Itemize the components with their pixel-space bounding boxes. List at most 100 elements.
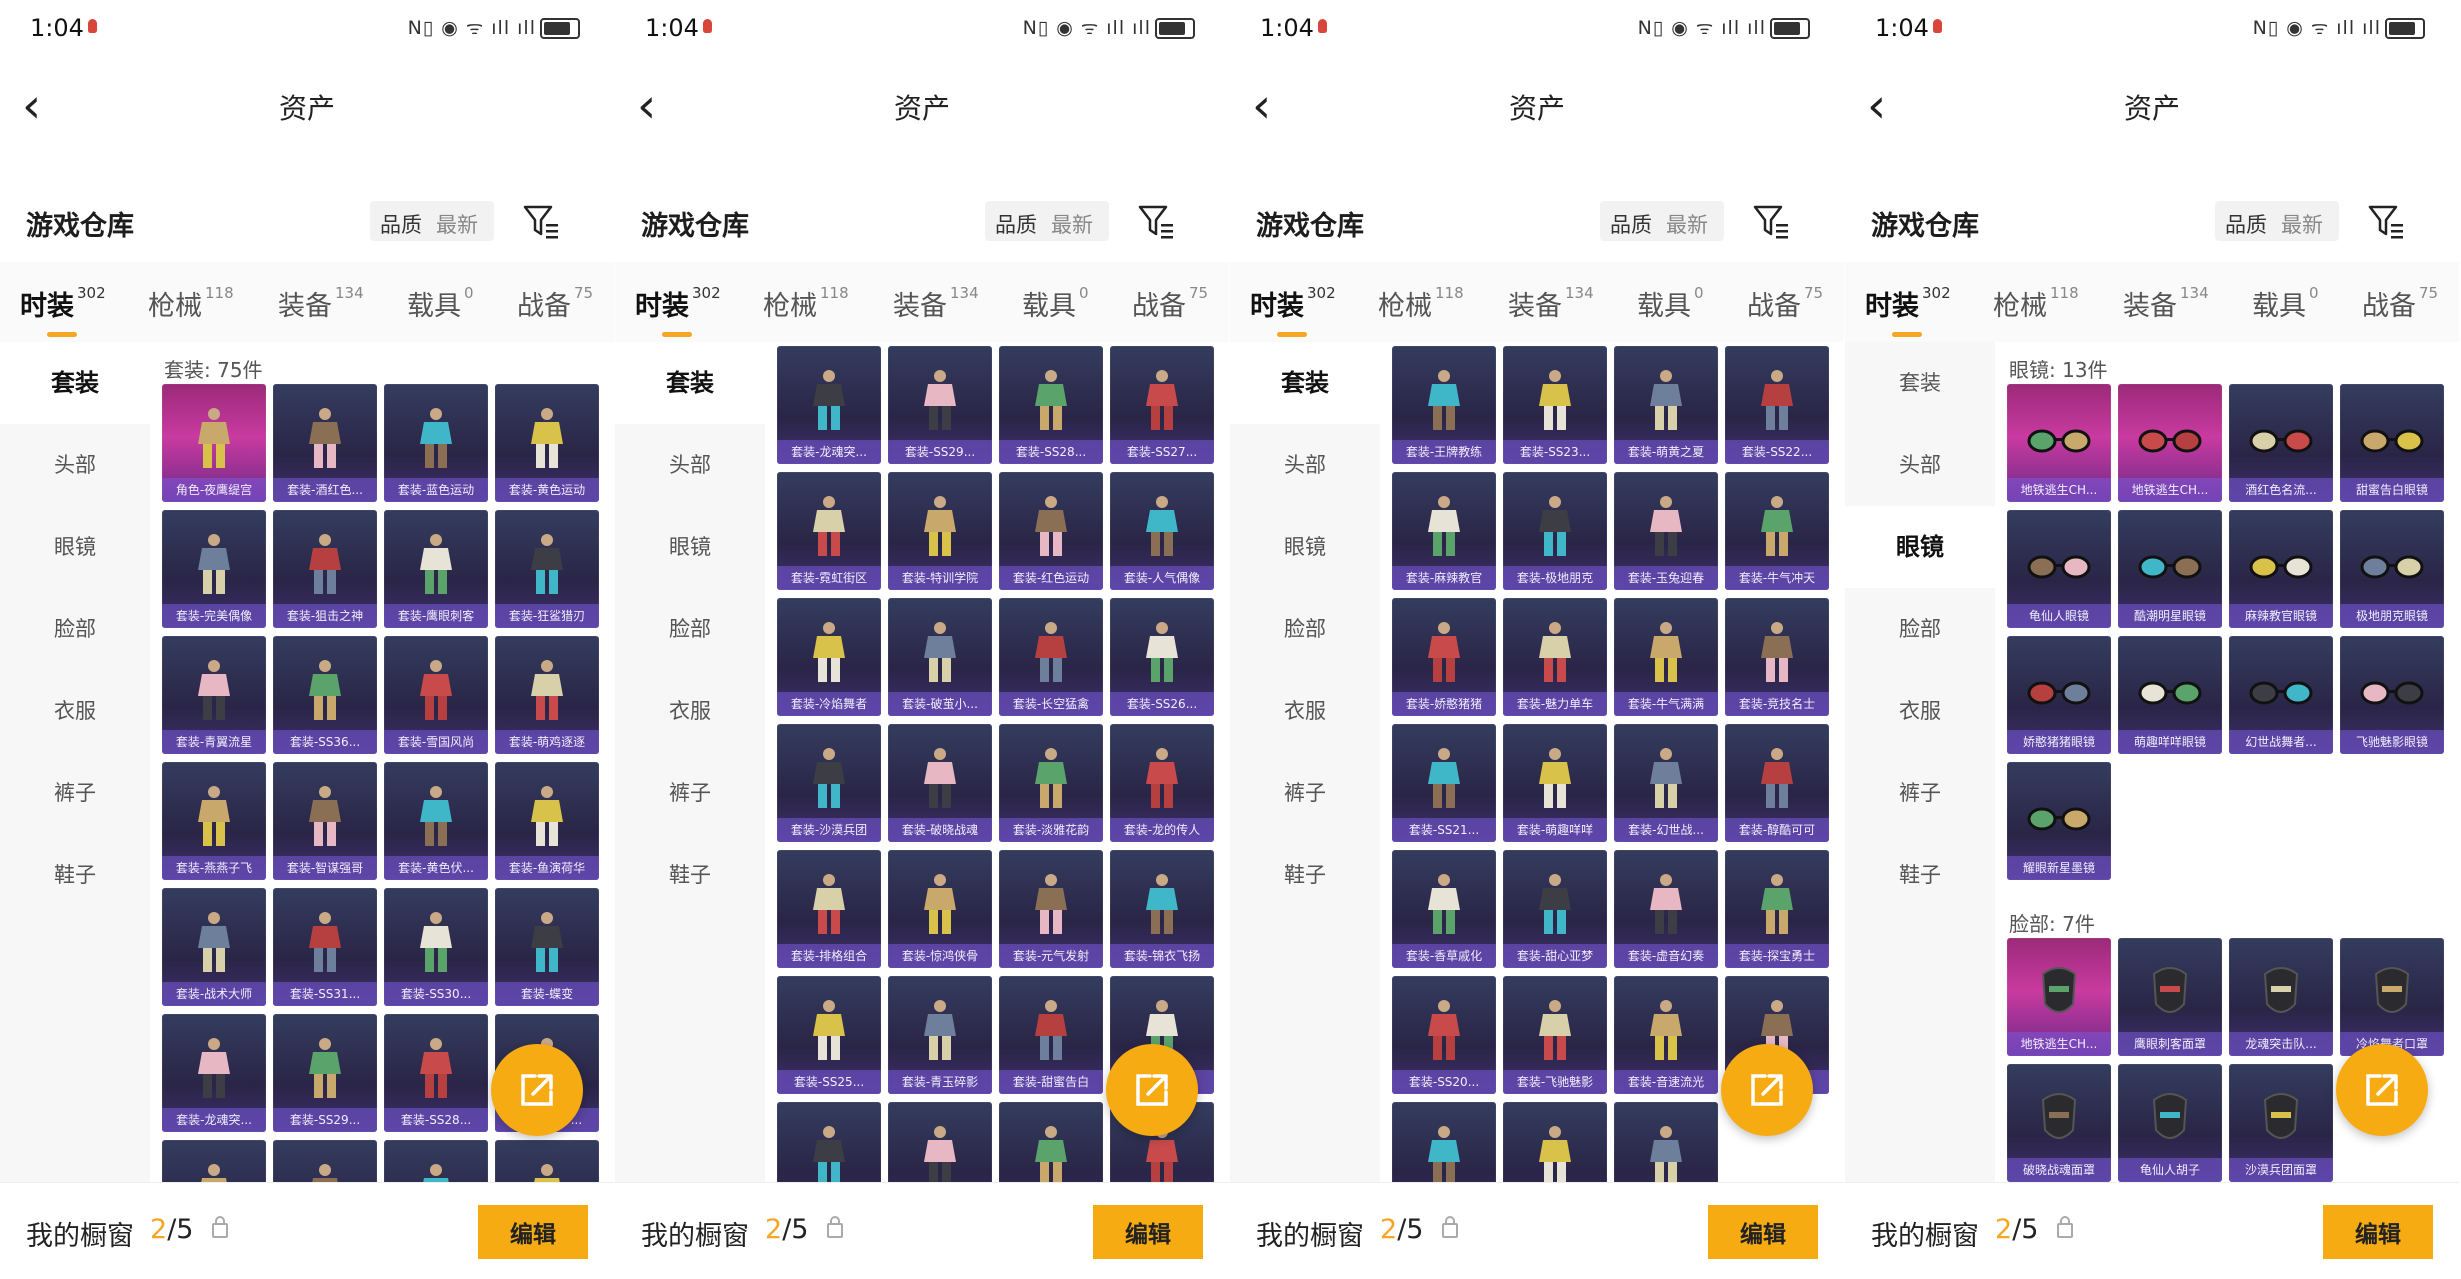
item-tile[interactable]: 套装-蝶变 (495, 888, 599, 1006)
item-tile[interactable]: 破晓战魂面罩 (2007, 1064, 2111, 1182)
item-tile[interactable]: 套装-龙魂突... (162, 1014, 266, 1132)
sidebar-item[interactable]: 头部 (0, 424, 150, 506)
tab-2[interactable]: 装备 134 (1508, 284, 1594, 323)
item-tile[interactable] (384, 1140, 488, 1182)
item-tile[interactable]: 套装-锦衣飞扬 (1110, 850, 1214, 968)
item-tile[interactable]: 套装-SS29... (888, 346, 992, 464)
sidebar-item[interactable]: 脸部 (1230, 588, 1380, 670)
item-tile[interactable] (888, 1102, 992, 1182)
sidebar-item[interactable]: 套装 (615, 342, 765, 424)
item-tile[interactable]: 套装-龙的传人 (1110, 724, 1214, 842)
tab-1[interactable]: 枪械 118 (1378, 284, 1464, 323)
tab-2[interactable]: 装备 134 (2123, 284, 2209, 323)
item-tile[interactable]: 套装-狙击之神 (273, 510, 377, 628)
sidebar-item[interactable]: 脸部 (0, 588, 150, 670)
sidebar-item[interactable]: 裤子 (1230, 752, 1380, 834)
item-tile[interactable]: 套装-黄色伏... (384, 762, 488, 880)
sidebar-item[interactable]: 头部 (1230, 424, 1380, 506)
item-tile[interactable]: 套装-惊鸿侠骨 (888, 850, 992, 968)
item-tile[interactable]: 套装-沙漠兵团 (777, 724, 881, 842)
tab-4[interactable]: 战备 75 (1132, 284, 1208, 323)
item-tile[interactable]: 套装-酒红色... (273, 384, 377, 502)
sidebar-item[interactable]: 裤子 (0, 752, 150, 834)
edit-button[interactable]: 编辑 (478, 1205, 588, 1259)
sort-toggle[interactable]: 品质 最新 (370, 201, 494, 241)
item-tile[interactable]: 套装-SS26... (1110, 598, 1214, 716)
item-tile[interactable]: 套装-牛气满满 (1614, 598, 1718, 716)
tab-0[interactable]: 时装 302 (1250, 284, 1336, 323)
item-tile[interactable]: 套装-雪国风尚 (384, 636, 488, 754)
sort-newest-button[interactable]: 最新 (1051, 209, 1093, 239)
item-tile[interactable]: 地铁逃生CH... (2118, 384, 2222, 502)
item-tile[interactable]: 套装-元气发射 (999, 850, 1103, 968)
sidebar-item[interactable]: 鞋子 (0, 834, 150, 916)
item-tile[interactable]: 套装-甜心亚梦 (1503, 850, 1607, 968)
item-tile[interactable]: 龟仙人胡子 (2118, 1064, 2222, 1182)
item-tile[interactable] (495, 1140, 599, 1182)
sort-toggle[interactable]: 品质 最新 (2215, 201, 2339, 241)
tab-4[interactable]: 战备 75 (1747, 284, 1823, 323)
item-tile[interactable]: 套装-破晓战魂 (888, 724, 992, 842)
item-tile[interactable]: 套装-醇酷可可 (1725, 724, 1829, 842)
item-tile[interactable]: 耀眼新星墨镜 (2007, 762, 2111, 880)
item-tile[interactable]: 套装-玉兔迎春 (1614, 472, 1718, 590)
item-tile[interactable]: 飞驰魅影眼镜 (2340, 636, 2444, 754)
tab-0[interactable]: 时装 302 (1865, 284, 1951, 323)
sidebar-item[interactable]: 眼镜 (0, 506, 150, 588)
item-tile[interactable]: 套装-长空猛禽 (999, 598, 1103, 716)
tab-2[interactable]: 装备 134 (278, 284, 364, 323)
sidebar-item[interactable]: 裤子 (1845, 752, 1995, 834)
sidebar-item[interactable]: 衣服 (1230, 670, 1380, 752)
item-tile[interactable]: 套装-香草戚化 (1392, 850, 1496, 968)
filter-icon[interactable] (1752, 202, 1790, 240)
item-tile[interactable]: 龙魂突击队... (2229, 938, 2333, 1056)
item-tile[interactable]: 套装-霓虹街区 (777, 472, 881, 590)
item-tile[interactable]: 萌趣咩咩眼镜 (2118, 636, 2222, 754)
item-tile[interactable]: 套装-特训学院 (888, 472, 992, 590)
item-tile[interactable]: 套装-王牌教练 (1392, 346, 1496, 464)
sidebar-item[interactable]: 眼镜 (1845, 506, 1995, 588)
item-tile[interactable]: 套装-冷焰舞者 (777, 598, 881, 716)
item-tile[interactable] (999, 1102, 1103, 1182)
item-tile[interactable]: 套装-青玉碎影 (888, 976, 992, 1094)
tab-0[interactable]: 时装 302 (635, 284, 721, 323)
filter-icon[interactable] (2367, 202, 2405, 240)
item-tile[interactable]: 角色-夜鹰缇宫 (162, 384, 266, 502)
item-tile[interactable]: 套装-破茧小... (888, 598, 992, 716)
item-tile[interactable]: 套装-战术大师 (162, 888, 266, 1006)
item-tile[interactable]: 龟仙人眼镜 (2007, 510, 2111, 628)
sidebar-item[interactable]: 衣服 (0, 670, 150, 752)
tab-2[interactable]: 装备 134 (893, 284, 979, 323)
item-tile[interactable]: 套装-鱼演荷华 (495, 762, 599, 880)
item-tile[interactable]: 套装-龙魂突... (777, 346, 881, 464)
share-button[interactable] (1106, 1044, 1198, 1136)
item-tile[interactable]: 甜蜜告白眼镜 (2340, 384, 2444, 502)
item-tile[interactable]: 套装-狂鲨猎刃 (495, 510, 599, 628)
sidebar-item[interactable]: 鞋子 (1230, 834, 1380, 916)
sort-quality-button[interactable]: 品质 (380, 209, 422, 239)
sidebar-item[interactable]: 头部 (1845, 424, 1995, 506)
item-tile[interactable]: 鹰眼刺客面罩 (2118, 938, 2222, 1056)
sidebar-item[interactable]: 鞋子 (1845, 834, 1995, 916)
item-tile[interactable]: 套装-SS23... (1503, 346, 1607, 464)
item-tile[interactable]: 套装-虚音幻奏 (1614, 850, 1718, 968)
item-tile[interactable] (162, 1140, 266, 1182)
tab-1[interactable]: 枪械 118 (763, 284, 849, 323)
item-tile[interactable]: 套装-完美偶像 (162, 510, 266, 628)
item-tile[interactable]: 娇憨猪猪眼镜 (2007, 636, 2111, 754)
item-tile[interactable]: 套装-麻辣教官 (1392, 472, 1496, 590)
share-button[interactable] (491, 1044, 583, 1136)
item-tile[interactable]: 套装-SS20... (1392, 976, 1496, 1094)
item-tile[interactable]: 套装-探宝勇士 (1725, 850, 1829, 968)
filter-icon[interactable] (522, 202, 560, 240)
item-tile[interactable]: 套装-SS25... (777, 976, 881, 1094)
item-tile[interactable]: 套装-红色运动 (999, 472, 1103, 590)
item-tile[interactable]: 套装-SS29... (273, 1014, 377, 1132)
sort-quality-button[interactable]: 品质 (1610, 209, 1652, 239)
tab-1[interactable]: 枪械 118 (1993, 284, 2079, 323)
sort-toggle[interactable]: 品质 最新 (1600, 201, 1724, 241)
item-tile[interactable]: 套装-音速流光 (1614, 976, 1718, 1094)
item-tile[interactable] (777, 1102, 881, 1182)
sort-quality-button[interactable]: 品质 (2225, 209, 2267, 239)
share-button[interactable] (1721, 1044, 1813, 1136)
